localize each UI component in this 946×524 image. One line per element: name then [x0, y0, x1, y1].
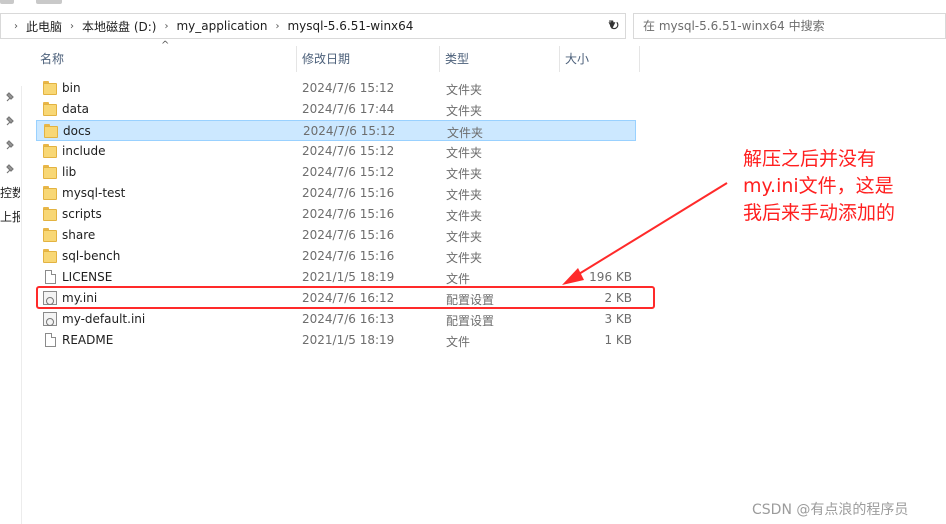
file-type: 文件 — [446, 335, 471, 349]
file-type: 文件夹 — [447, 126, 484, 140]
file-row[interactable]: share 2024/7/6 15:16 文件夹 — [36, 225, 636, 246]
file-modified-date: 2024/7/6 15:12 — [302, 144, 395, 158]
pin-icon[interactable] — [6, 116, 16, 126]
folder-icon — [43, 207, 57, 221]
file-name: share — [62, 228, 96, 242]
refresh-icon[interactable]: ↻ — [603, 14, 625, 38]
folder-icon — [43, 186, 57, 200]
file-type: 文件夹 — [446, 251, 483, 265]
nav-item-fragment[interactable]: 上报 — [0, 208, 20, 225]
file-row[interactable]: docs 2024/7/6 15:12 文件夹 — [36, 120, 636, 141]
breadcrumb-my-application[interactable]: my_application — [173, 19, 270, 33]
folder-icon — [43, 165, 57, 179]
file-row[interactable]: include 2024/7/6 15:12 文件夹 — [36, 141, 636, 162]
window-top-strip — [0, 0, 946, 6]
file-row[interactable]: sql-bench 2024/7/6 15:16 文件夹 — [36, 246, 636, 267]
file-modified-date: 2024/7/6 15:16 — [302, 249, 395, 263]
annotation-line: 我后来手动添加的 — [743, 202, 896, 224]
file-row[interactable]: scripts 2024/7/6 15:16 文件夹 — [36, 204, 636, 225]
address-bar[interactable]: › 此电脑 › 本地磁盘 (D:) › my_application › mys… — [0, 13, 626, 39]
file-modified-date: 2021/1/5 18:19 — [302, 333, 395, 347]
file-modified-date: 2021/1/5 18:19 — [302, 270, 395, 284]
title-fragment — [0, 0, 14, 4]
file-size: 1 KB — [604, 333, 632, 347]
file-type: 文件夹 — [446, 209, 483, 223]
file-name: scripts — [62, 207, 102, 221]
breadcrumb-this-pc[interactable]: 此电脑 — [23, 18, 65, 35]
pin-icon[interactable] — [6, 92, 16, 102]
file-modified-date: 2024/7/6 17:44 — [302, 102, 395, 116]
column-header-size[interactable]: 大小 — [559, 46, 639, 72]
folder-icon — [43, 81, 57, 95]
search-box[interactable] — [633, 13, 946, 39]
file-modified-date: 2024/7/6 15:12 — [302, 81, 395, 95]
chevron-right-icon[interactable]: › — [65, 21, 79, 32]
annotation-text: 解压之后并没有 my.ini文件，这是 我后来手动添加的 — [743, 146, 943, 227]
title-fragment — [36, 0, 62, 4]
file-modified-date: 2024/7/6 15:16 — [302, 207, 395, 221]
folder-icon — [43, 102, 57, 116]
watermark: CSDN @有点浪的程序员 — [752, 502, 909, 518]
pin-icon[interactable] — [6, 140, 16, 150]
navigation-pane: 控数 上报 — [0, 86, 22, 524]
file-size: 3 KB — [604, 312, 632, 326]
file-modified-date: 2024/7/6 15:12 — [303, 124, 396, 138]
pin-icon[interactable] — [6, 164, 16, 174]
file-name: data — [62, 102, 90, 116]
chevron-right-icon[interactable]: › — [159, 21, 173, 32]
file-type: 文件夹 — [446, 146, 483, 160]
ini-settings-icon — [43, 312, 57, 326]
breadcrumb-drive-d[interactable]: 本地磁盘 (D:) — [79, 18, 159, 35]
document-icon — [45, 270, 56, 284]
file-row[interactable]: lib 2024/7/6 15:12 文件夹 — [36, 162, 636, 183]
file-type: 文件夹 — [446, 230, 483, 244]
file-name: docs — [63, 124, 91, 138]
nav-item-fragment[interactable]: 控数 — [0, 184, 20, 201]
file-type: 文件夹 — [446, 104, 483, 118]
file-list: bin 2024/7/6 15:12 文件夹 data 2024/7/6 17:44 文件… — [36, 78, 636, 351]
annotation-line: my.ini文件，这是 — [743, 175, 894, 197]
folder-icon — [44, 124, 58, 138]
folder-icon — [43, 249, 57, 263]
breadcrumb: › 此电脑 › 本地磁盘 (D:) › my_application › mys… — [9, 14, 416, 38]
file-name: my-default.ini — [62, 312, 146, 326]
annotation-line: 解压之后并没有 — [743, 148, 877, 170]
file-type: 文件夹 — [446, 83, 483, 97]
file-modified-date: 2024/7/6 15:12 — [302, 165, 395, 179]
file-row[interactable]: LICENSE 2021/1/5 18:19 文件 196 KB — [36, 267, 636, 288]
file-type: 配置设置 — [446, 314, 495, 328]
column-header-type[interactable]: 类型 — [439, 46, 559, 72]
file-modified-date: 2024/7/6 16:13 — [302, 312, 395, 326]
file-row[interactable]: README 2021/1/5 18:19 文件 1 KB — [36, 330, 636, 351]
column-header-name[interactable]: 名称 — [34, 46, 296, 72]
breadcrumb-mysql-folder[interactable]: mysql-5.6.51-winx64 — [284, 19, 416, 33]
file-name: lib — [62, 165, 77, 179]
column-header-date[interactable]: 修改日期 — [296, 46, 439, 72]
file-type: 文件夹 — [446, 167, 483, 181]
file-row[interactable]: mysql-test 2024/7/6 15:16 文件夹 — [36, 183, 636, 204]
file-type: 文件 — [446, 272, 471, 286]
document-icon — [45, 333, 56, 347]
file-name: include — [62, 144, 106, 158]
file-size: 196 KB — [589, 270, 632, 284]
file-name: bin — [62, 81, 81, 95]
file-name: sql-bench — [62, 249, 121, 263]
file-modified-date: 2024/7/6 15:16 — [302, 228, 395, 242]
file-row[interactable]: bin 2024/7/6 15:12 文件夹 — [36, 78, 636, 99]
file-name: mysql-test — [62, 186, 126, 200]
chevron-right-icon[interactable]: › — [9, 21, 23, 32]
file-type: 文件夹 — [446, 188, 483, 202]
file-row[interactable]: data 2024/7/6 17:44 文件夹 — [36, 99, 636, 120]
file-name: README — [62, 333, 114, 347]
folder-icon — [43, 228, 57, 242]
file-name: LICENSE — [62, 270, 113, 284]
file-modified-date: 2024/7/6 15:16 — [302, 186, 395, 200]
chevron-right-icon[interactable]: › — [270, 21, 284, 32]
file-row[interactable]: my-default.ini 2024/7/6 16:13 配置设置 3 KB — [36, 309, 636, 330]
search-input[interactable] — [634, 14, 945, 38]
folder-icon — [43, 144, 57, 158]
annotation-highlight-box — [36, 286, 655, 309]
column-divider[interactable] — [639, 46, 640, 72]
